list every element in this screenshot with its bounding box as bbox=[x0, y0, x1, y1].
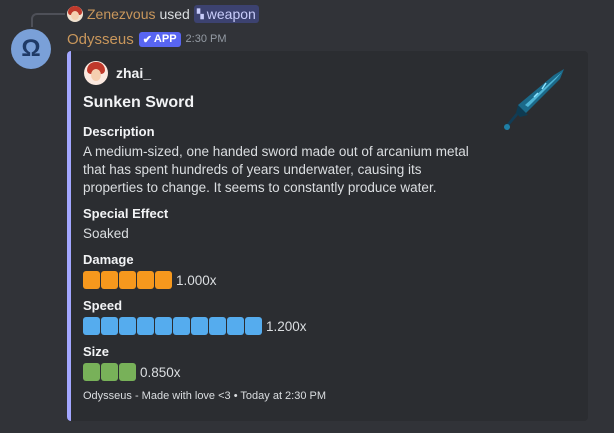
size-stat: 0.850x bbox=[83, 363, 181, 381]
command-mention[interactable]: ▚ weapon bbox=[193, 5, 259, 23]
bot-avatar[interactable]: Ω bbox=[11, 29, 51, 69]
bar-segment bbox=[101, 271, 118, 289]
embed-footer: Odysseus - Made with love <3 • Today at … bbox=[83, 390, 327, 402]
bar-segment bbox=[83, 317, 100, 335]
embed-title: Sunken Sword bbox=[83, 94, 195, 111]
damage-value: 1.000x bbox=[176, 272, 217, 288]
bar-segment bbox=[119, 271, 136, 289]
speed-value: 1.200x bbox=[266, 318, 307, 334]
bar-segment bbox=[173, 317, 190, 335]
sword-thumbnail[interactable] bbox=[498, 65, 568, 135]
description-text: A medium-sized, one handed sword made ou… bbox=[83, 144, 469, 195]
bar-segment bbox=[155, 271, 172, 289]
damage-bar bbox=[83, 271, 172, 289]
speed-bar bbox=[83, 317, 262, 335]
bar-segment bbox=[83, 271, 100, 289]
app-badge-label: APP bbox=[153, 33, 177, 45]
reply-connector bbox=[31, 13, 65, 27]
bar-segment bbox=[101, 363, 118, 381]
bar-segment bbox=[191, 317, 208, 335]
message-header: Odysseus ✔ APP 2:30 PM bbox=[67, 29, 227, 49]
bar-segment bbox=[155, 317, 172, 335]
bot-avatar-glyph: Ω bbox=[21, 35, 41, 62]
damage-label: Damage bbox=[83, 252, 134, 267]
bar-segment bbox=[137, 271, 154, 289]
bar-segment bbox=[209, 317, 226, 335]
verified-check-icon: ✔ bbox=[142, 33, 152, 46]
size-label: Size bbox=[83, 344, 110, 359]
embed-author: zhai_ bbox=[84, 61, 151, 85]
message-author[interactable]: Odysseus bbox=[67, 31, 134, 48]
embed-author-name: zhai_ bbox=[116, 65, 152, 81]
bar-segment bbox=[245, 317, 262, 335]
speed-label: Speed bbox=[83, 298, 123, 313]
special-effect-label: Special Effect bbox=[83, 206, 169, 221]
bar-segment bbox=[83, 363, 100, 381]
reply-user-avatar[interactable] bbox=[67, 6, 83, 22]
special-effect-value: Soaked bbox=[83, 226, 129, 241]
description-label: Description bbox=[83, 124, 155, 139]
command-name: weapon bbox=[206, 6, 256, 22]
speed-stat: 1.200x bbox=[83, 317, 307, 335]
bar-segment bbox=[119, 363, 136, 381]
embed-author-avatar bbox=[84, 61, 108, 85]
reply-username[interactable]: Zenezvous bbox=[87, 6, 155, 22]
bar-segment bbox=[101, 317, 118, 335]
reply-context: Zenezvous used ▚ weapon bbox=[67, 5, 259, 23]
damage-stat: 1.000x bbox=[83, 271, 217, 289]
bar-segment bbox=[227, 317, 244, 335]
bar-segment bbox=[137, 317, 154, 335]
command-icon: ▚ bbox=[196, 8, 204, 19]
item-embed: zhai_ Sunken Sword Description A medium-… bbox=[67, 51, 588, 421]
message-timestamp[interactable]: 2:30 PM bbox=[186, 33, 227, 45]
bar-segment bbox=[119, 317, 136, 335]
size-bar bbox=[83, 363, 136, 381]
app-badge: ✔ APP bbox=[138, 31, 181, 47]
reply-verb: used bbox=[159, 6, 190, 22]
size-value: 0.850x bbox=[140, 364, 181, 380]
